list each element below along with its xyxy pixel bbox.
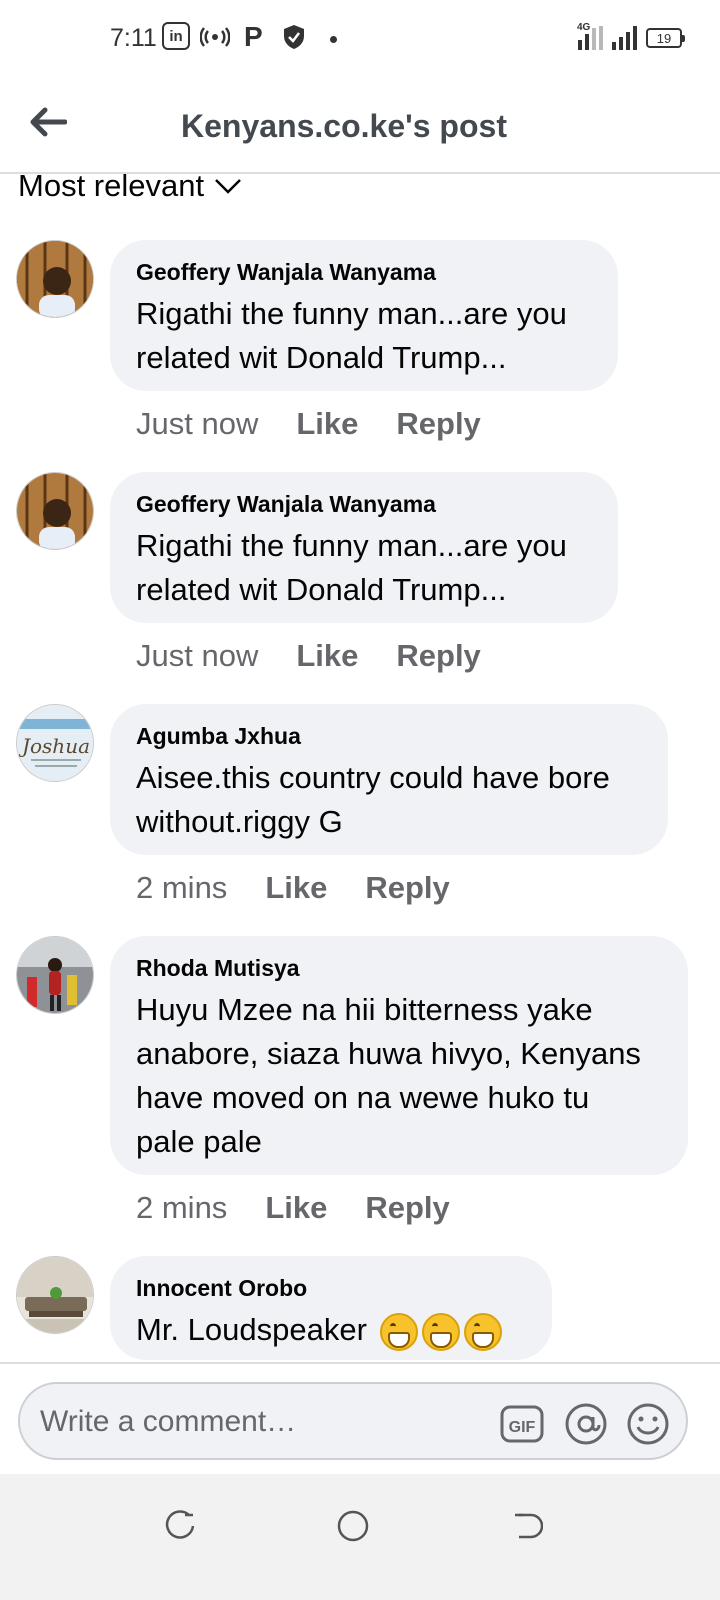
like-button[interactable]: Like — [296, 406, 358, 442]
reply-button[interactable]: Reply — [365, 1190, 449, 1226]
gif-icon: GIF — [500, 1405, 544, 1443]
comment-actions: 2 mins Like Reply — [136, 1190, 488, 1226]
page-title: Kenyans.co.ke's post — [181, 108, 507, 144]
reply-button[interactable]: Reply — [396, 406, 480, 442]
hotspot-icon — [200, 22, 230, 52]
avatar[interactable]: Joshua — [16, 704, 94, 782]
recent-apps-button[interactable] — [158, 1504, 202, 1548]
comment-text: Rigathi the funny man...are you related … — [136, 292, 592, 380]
comment-author[interactable]: Geoffery Wanjala Wanyama — [136, 490, 592, 518]
comment-text: Rigathi the funny man...are you related … — [136, 524, 592, 612]
more-notifications-dot — [330, 36, 337, 43]
system-nav-bar — [0, 1474, 720, 1600]
like-button[interactable]: Like — [265, 1190, 327, 1226]
comment-author[interactable]: Innocent Orobo — [136, 1274, 526, 1302]
sort-label: Most relevant — [18, 168, 205, 203]
chevron-down-icon — [215, 179, 241, 194]
home-button[interactable] — [331, 1504, 375, 1548]
comment-time: 2 mins — [136, 1190, 228, 1225]
comment-line: Mr. Loudspeaker — [136, 1312, 367, 1347]
comment-bubble[interactable]: Geoffery Wanjala Wanyama Rigathi the fun… — [110, 472, 618, 623]
comment-actions: Just now Like Reply — [136, 638, 519, 674]
avatar[interactable] — [16, 936, 94, 1014]
at-sign-icon — [565, 1403, 607, 1445]
grinning-emoji-icon — [463, 1312, 502, 1351]
svg-text:GIF: GIF — [509, 1419, 536, 1436]
comment-line: Rigathi the funny man...are you — [136, 296, 567, 331]
signal-2-icon — [612, 26, 637, 50]
comment-line: have moved on na wewe huko tu — [136, 1080, 590, 1115]
comment-time: Just now — [136, 406, 259, 441]
comment-actions: 2 mins Like Reply — [136, 870, 488, 906]
grinning-emoji-icon — [379, 1312, 418, 1351]
comment-composer: GIF — [18, 1382, 688, 1460]
comment-text: Aisee.this country could have bore witho… — [136, 756, 642, 844]
reply-button[interactable]: Reply — [396, 638, 480, 674]
avatar[interactable] — [16, 240, 94, 318]
comment-time: 2 mins — [136, 870, 228, 905]
mention-button[interactable] — [564, 1402, 608, 1446]
avatar[interactable] — [16, 472, 94, 550]
comment-text: Mr. Loudspeaker — [136, 1308, 526, 1352]
comment-line: Aisee.this country could have bore — [136, 760, 610, 795]
comment-line: Huyu Mzee na hii bitterness yake — [136, 992, 593, 1027]
header: Kenyans.co.ke's post — [0, 80, 720, 174]
grinning-emoji-icon — [421, 1312, 460, 1351]
avatar-text: Joshua — [18, 734, 90, 758]
reply-button[interactable]: Reply — [365, 870, 449, 906]
status-bar: 7:11 in P 4G 19 — [0, 0, 720, 80]
comment-line: related wit Donald Trump... — [136, 340, 507, 375]
comment-bubble[interactable]: Geoffery Wanjala Wanyama Rigathi the fun… — [110, 240, 618, 391]
status-time: 7:11 — [110, 24, 157, 52]
comment-input[interactable] — [40, 1400, 480, 1444]
comment-line: anabore, siaza huwa hivyo, Kenyans — [136, 1036, 641, 1071]
comment-bubble[interactable]: Agumba Jxhua Aisee.this country could ha… — [110, 704, 668, 855]
comment-text: Huyu Mzee na hii bitterness yake anabore… — [136, 988, 662, 1164]
comment-line: pale pale — [136, 1124, 262, 1159]
avatar[interactable] — [16, 1256, 94, 1334]
shield-icon — [282, 22, 306, 52]
emoji-button[interactable] — [626, 1402, 670, 1446]
gif-button[interactable]: GIF — [500, 1402, 544, 1446]
comment-composer-bar: GIF — [0, 1362, 720, 1472]
sort-dropdown[interactable]: Most relevant — [18, 168, 242, 204]
comment-line: without.riggy G — [136, 804, 343, 839]
recent-apps-icon — [165, 1510, 195, 1539]
comment-line: Rigathi the funny man...are you — [136, 528, 567, 563]
comment-author[interactable]: Rhoda Mutisya — [136, 954, 662, 982]
app-notification-icon: in — [162, 22, 190, 50]
battery-level: 19 — [656, 30, 672, 46]
comment-bubble[interactable]: Rhoda Mutisya Huyu Mzee na hii bitternes… — [110, 936, 688, 1175]
battery-icon: 19 — [646, 28, 685, 48]
back-nav-icon — [515, 1513, 543, 1539]
back-nav-button[interactable] — [504, 1504, 548, 1548]
comment-author[interactable]: Agumba Jxhua — [136, 722, 642, 750]
comment-bubble[interactable]: Innocent Orobo Mr. Loudspeaker — [110, 1256, 552, 1360]
signal-1-icon — [578, 26, 603, 50]
like-button[interactable]: Like — [265, 870, 327, 906]
home-circle-icon — [337, 1510, 369, 1542]
comment-line: related wit Donald Trump... — [136, 572, 507, 607]
like-button[interactable]: Like — [296, 638, 358, 674]
smiley-icon — [627, 1403, 669, 1445]
parking-app-icon: P — [244, 21, 263, 52]
comment-time: Just now — [136, 638, 259, 673]
comment-actions: Just now Like Reply — [136, 406, 519, 442]
comment-author[interactable]: Geoffery Wanjala Wanyama — [136, 258, 592, 286]
